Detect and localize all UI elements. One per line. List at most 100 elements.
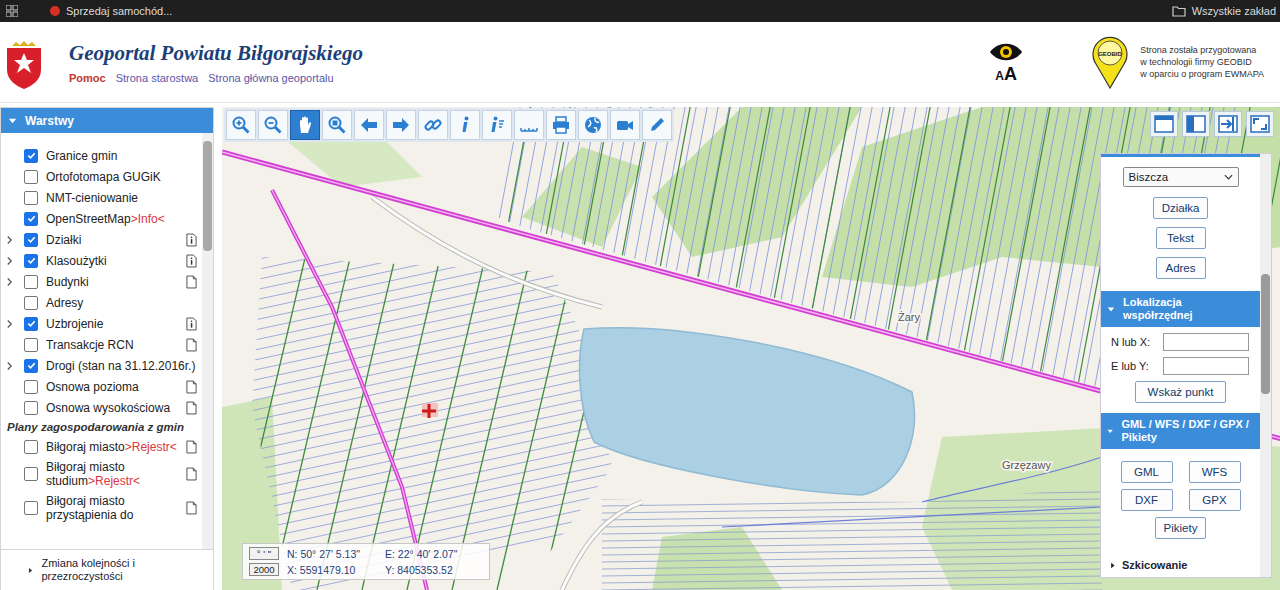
layer-label[interactable]: Drogi (stan na 31.12.2016r.) bbox=[46, 356, 198, 376]
legend-document-icon[interactable] bbox=[186, 338, 197, 352]
layer-label[interactable]: Klasoużytki bbox=[46, 251, 184, 271]
layer-checkbox[interactable] bbox=[24, 233, 38, 247]
layer-label[interactable]: Ortofotomapa GUGiK bbox=[46, 167, 198, 187]
header-link[interactable]: Strona główna geoportalu bbox=[208, 72, 333, 84]
layer-label[interactable]: NMT-cieniowanie bbox=[46, 188, 198, 208]
toolbar-button[interactable] bbox=[226, 110, 256, 140]
layer-item[interactable]: Biłgoraj miasto>Rejestr< bbox=[1, 436, 202, 457]
search-button[interactable]: Tekst bbox=[1156, 227, 1206, 249]
chevron-right-icon[interactable] bbox=[6, 319, 13, 329]
layer-item[interactable]: Granice gmin bbox=[1, 145, 202, 166]
municipality-select[interactable]: Biszcza bbox=[1123, 167, 1239, 187]
eye-icon[interactable] bbox=[988, 41, 1024, 63]
layer-order-toggle[interactable]: Zmiana kolejności i przezroczystości bbox=[1, 549, 213, 590]
layer-label[interactable]: Biłgoraj miasto studium>Rejestr< bbox=[46, 457, 184, 491]
layer-label[interactable]: Transakcje RCN bbox=[46, 335, 184, 355]
layer-checkbox[interactable] bbox=[24, 275, 38, 289]
coat-of-arms-icon[interactable] bbox=[4, 40, 44, 90]
layer-label[interactable]: Biłgoraj miasto przystąpienia do bbox=[46, 491, 184, 525]
layer-checkbox[interactable] bbox=[24, 338, 38, 352]
location-marker[interactable] bbox=[422, 403, 438, 418]
layer-item[interactable]: NMT-cieniowanie bbox=[1, 187, 202, 208]
toolbar-button[interactable] bbox=[258, 110, 288, 140]
export-button[interactable]: GPX bbox=[1189, 489, 1241, 511]
bookmark-item[interactable]: Sprzedaj samochód... bbox=[66, 5, 172, 17]
export-button[interactable]: WFS bbox=[1189, 461, 1241, 483]
view-button[interactable] bbox=[1214, 111, 1242, 137]
search-panel-scrollbar[interactable] bbox=[1260, 154, 1271, 577]
coordinate-system-button[interactable]: ° ' " bbox=[249, 547, 279, 560]
toolbar-button[interactable] bbox=[354, 110, 384, 140]
layer-checkbox[interactable] bbox=[24, 401, 38, 415]
layer-item[interactable]: OpenStreetMap>Info< bbox=[1, 208, 202, 229]
toolbar-button[interactable] bbox=[642, 110, 672, 140]
layers-scrollbar[interactable] bbox=[202, 133, 213, 549]
view-button[interactable] bbox=[1246, 111, 1274, 137]
header-link[interactable]: Strona starostwa bbox=[116, 72, 199, 84]
legend-document-icon[interactable] bbox=[186, 275, 197, 289]
view-button[interactable] bbox=[1150, 111, 1178, 137]
layer-checkbox[interactable] bbox=[24, 359, 38, 373]
toolbar-button[interactable] bbox=[514, 110, 544, 140]
layer-checkbox[interactable] bbox=[24, 317, 38, 331]
layer-label[interactable]: Adresy bbox=[46, 293, 198, 313]
layer-item[interactable]: Drogi (stan na 31.12.2016r.) bbox=[1, 355, 202, 376]
legend-document-icon[interactable] bbox=[186, 380, 197, 394]
legend-info-icon[interactable] bbox=[186, 317, 197, 331]
toolbar-button[interactable] bbox=[450, 110, 480, 140]
legend-info-icon[interactable] bbox=[186, 254, 197, 268]
layer-item[interactable]: Transakcje RCN bbox=[1, 334, 202, 355]
layer-link[interactable]: >Rejestr< bbox=[125, 440, 177, 454]
coordinate-section-header[interactable]: Lokalizacja współrzędnej bbox=[1101, 291, 1260, 327]
layer-item[interactable]: Działki bbox=[1, 229, 202, 250]
apps-grid-icon[interactable] bbox=[6, 5, 18, 17]
layer-link[interactable]: >Rejestr< bbox=[88, 474, 140, 488]
layer-checkbox[interactable] bbox=[24, 254, 38, 268]
view-button[interactable] bbox=[1182, 111, 1210, 137]
legend-document-icon[interactable] bbox=[186, 401, 197, 415]
layers-header[interactable]: Warstwy bbox=[1, 108, 213, 133]
map-view[interactable]: ŻaryGrzęzawyBiszczaDziałkaTekstAdresLoka… bbox=[222, 107, 1280, 590]
layer-label[interactable]: Granice gmin bbox=[46, 146, 198, 166]
layer-label[interactable]: OpenStreetMap>Info< bbox=[46, 209, 198, 229]
toolbar-button[interactable] bbox=[578, 110, 608, 140]
export-button[interactable]: Pikiety bbox=[1155, 517, 1207, 539]
layer-checkbox[interactable] bbox=[24, 191, 38, 205]
layer-checkbox[interactable] bbox=[24, 296, 38, 310]
export-section-header[interactable]: GML / WFS / DXF / GPX / Pikiety bbox=[1101, 413, 1260, 449]
export-button[interactable]: DXF bbox=[1121, 489, 1173, 511]
layer-item[interactable]: Osnowa wysokościowa bbox=[1, 397, 202, 418]
legend-info-icon[interactable] bbox=[186, 233, 197, 247]
layer-label[interactable]: Uzbrojenie bbox=[46, 314, 184, 334]
sketch-section-header[interactable]: Szkicowanie bbox=[1105, 559, 1256, 571]
legend-document-icon[interactable] bbox=[186, 501, 197, 515]
geobid-logo[interactable]: GEOBID bbox=[1090, 34, 1130, 90]
chevron-right-icon[interactable] bbox=[6, 361, 13, 371]
layer-label[interactable]: Osnowa pozioma bbox=[46, 377, 184, 397]
font-size-toggle[interactable]: AA bbox=[995, 65, 1017, 83]
toolbar-button[interactable] bbox=[322, 110, 352, 140]
layer-checkbox[interactable] bbox=[24, 440, 38, 454]
layer-item[interactable]: Biłgoraj miasto studium>Rejestr< bbox=[1, 457, 202, 491]
search-button[interactable]: Działka bbox=[1153, 197, 1209, 219]
layer-item[interactable]: Adresy bbox=[1, 292, 202, 313]
toolbar-button[interactable] bbox=[418, 110, 448, 140]
layer-label[interactable]: Osnowa wysokościowa bbox=[46, 398, 184, 418]
layer-item[interactable]: Ortofotomapa GUGiK bbox=[1, 166, 202, 187]
layer-label[interactable]: Budynki bbox=[46, 272, 184, 292]
chevron-right-icon[interactable] bbox=[6, 277, 13, 287]
coordinate-input[interactable] bbox=[1163, 357, 1249, 375]
legend-document-icon[interactable] bbox=[186, 440, 197, 454]
legend-document-icon[interactable] bbox=[186, 467, 197, 481]
layer-item[interactable]: Budynki bbox=[1, 271, 202, 292]
layer-checkbox[interactable] bbox=[24, 212, 38, 226]
layer-checkbox[interactable] bbox=[24, 501, 38, 515]
layer-item[interactable]: Osnowa pozioma bbox=[1, 376, 202, 397]
toolbar-button[interactable] bbox=[482, 110, 512, 140]
layer-label[interactable]: Biłgoraj miasto>Rejestr< bbox=[46, 437, 184, 457]
layer-checkbox[interactable] bbox=[24, 467, 38, 481]
coordinate-system-button[interactable]: 2000 bbox=[249, 563, 279, 576]
export-button[interactable]: GML bbox=[1121, 461, 1173, 483]
chevron-right-icon[interactable] bbox=[6, 235, 13, 245]
layer-item[interactable]: Biłgoraj miasto przystąpienia do bbox=[1, 491, 202, 525]
